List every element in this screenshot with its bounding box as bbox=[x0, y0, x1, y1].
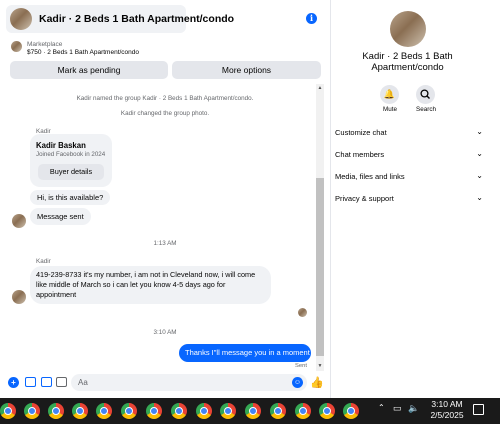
message-bubble[interactable]: 419-239-8733 it's my number, i am not in… bbox=[30, 266, 271, 304]
row-label: Chat members bbox=[335, 150, 385, 159]
buyer-name: Kadir Baskan bbox=[36, 141, 86, 150]
timestamp: 3:10 AM bbox=[153, 329, 177, 336]
sender-name: Kadir bbox=[36, 258, 51, 265]
chrome-icon[interactable] bbox=[196, 403, 212, 419]
sender-avatar[interactable] bbox=[12, 290, 26, 304]
notification-icon[interactable] bbox=[473, 404, 484, 415]
image-icon[interactable] bbox=[25, 377, 36, 387]
chrome-icon[interactable] bbox=[295, 403, 311, 419]
tray-chevron-up-icon[interactable]: ⌃ bbox=[378, 403, 385, 412]
buyer-joined: Joined Facebook in 2024 bbox=[36, 151, 106, 158]
info-icon[interactable]: i bbox=[306, 13, 317, 24]
row-label: Media, files and links bbox=[335, 172, 405, 181]
message-status: Sent bbox=[295, 363, 307, 369]
emoji-icon[interactable]: ☺ bbox=[292, 377, 303, 388]
sender-avatar[interactable] bbox=[12, 214, 26, 228]
thumbs-up-icon[interactable]: 👍 bbox=[310, 376, 324, 389]
message-bubble[interactable]: Message sent bbox=[30, 208, 91, 225]
privacy-support-row[interactable]: Privacy & support ⌄ bbox=[335, 193, 483, 208]
message-input[interactable]: Aa bbox=[71, 374, 307, 391]
scroll-up-arrow[interactable]: ▲ bbox=[316, 84, 324, 92]
chat-title: Kadir · 2 Beds 1 Bath Apartment/condo bbox=[39, 13, 235, 25]
chat-header: Kadir · 2 Beds 1 Bath Apartment/condo i bbox=[0, 0, 330, 38]
chrome-icon[interactable] bbox=[121, 403, 137, 419]
chat-members-row[interactable]: Chat members ⌄ bbox=[335, 149, 483, 164]
chrome-icon[interactable] bbox=[24, 403, 40, 419]
system-message-renamed: Kadir named the group Kadir · 2 Beds 1 B… bbox=[76, 95, 254, 102]
chrome-icon[interactable] bbox=[343, 403, 359, 419]
more-options-button[interactable]: More options bbox=[172, 61, 321, 79]
panel-title: Kadir · 2 Beds 1 Bath Apartment/condo bbox=[362, 51, 453, 73]
seen-avatar bbox=[298, 308, 307, 317]
plus-icon[interactable]: + bbox=[8, 377, 19, 388]
timestamp: 1:13 AM bbox=[153, 240, 177, 247]
chrome-icon[interactable] bbox=[72, 403, 88, 419]
system-message-photo: Kadir changed the group photo. bbox=[120, 110, 210, 117]
tray-date[interactable]: 2/5/2025 bbox=[426, 410, 468, 420]
mute-bell-icon[interactable]: 🔔 bbox=[380, 85, 399, 104]
group-avatar bbox=[10, 8, 32, 30]
customize-chat-row[interactable]: Customize chat ⌄ bbox=[335, 127, 483, 142]
media-files-links-row[interactable]: Media, files and links ⌄ bbox=[335, 171, 483, 186]
buyer-profile-card: Kadir Baskan Joined Facebook in 2024 Buy… bbox=[30, 134, 112, 187]
mute-label: Mute bbox=[383, 106, 397, 113]
chat-title-button[interactable]: Kadir · 2 Beds 1 Bath Apartment/condo bbox=[6, 5, 234, 33]
gif-icon[interactable] bbox=[56, 377, 67, 387]
chevron-down-icon: ⌄ bbox=[476, 127, 483, 136]
volume-icon[interactable]: 🔈 bbox=[408, 403, 419, 414]
search-icon[interactable] bbox=[416, 85, 435, 104]
search-label: Search bbox=[416, 106, 436, 113]
chrome-icon[interactable] bbox=[171, 403, 187, 419]
network-icon[interactable]: ▭ bbox=[393, 403, 402, 414]
chrome-icon[interactable] bbox=[220, 403, 236, 419]
sticker-icon[interactable] bbox=[41, 377, 52, 387]
buyer-details-button[interactable]: Buyer details bbox=[38, 164, 104, 180]
scroll-down-arrow[interactable]: ▼ bbox=[316, 362, 324, 370]
chrome-icon[interactable] bbox=[270, 403, 286, 419]
chrome-icon[interactable] bbox=[48, 403, 64, 419]
chevron-down-icon: ⌄ bbox=[476, 149, 483, 158]
listing-thumbnail[interactable] bbox=[11, 41, 22, 52]
message-bubble[interactable]: Hi, is this available? bbox=[30, 190, 111, 205]
panel-group-avatar[interactable] bbox=[390, 11, 426, 47]
row-label: Privacy & support bbox=[335, 194, 394, 203]
marketplace-label: Marketplace bbox=[27, 41, 63, 48]
scrollbar-thumb[interactable] bbox=[316, 178, 324, 356]
chrome-icon[interactable] bbox=[0, 403, 16, 419]
chrome-icon[interactable] bbox=[319, 403, 335, 419]
listing-title[interactable]: $750 · 2 Beds 1 Bath Apartment/condo bbox=[27, 49, 139, 56]
chrome-icon[interactable] bbox=[96, 403, 112, 419]
chevron-down-icon: ⌄ bbox=[476, 171, 483, 180]
tray-time[interactable]: 3:10 AM bbox=[429, 399, 465, 409]
chrome-icon[interactable] bbox=[245, 403, 261, 419]
mark-as-pending-button[interactable]: Mark as pending bbox=[10, 61, 168, 79]
outgoing-message-bubble[interactable]: Thanks I"ll message you in a moment bbox=[179, 344, 311, 362]
windows-taskbar: ⌃ ▭ 🔈 bbox=[0, 398, 500, 424]
chrome-icon[interactable] bbox=[146, 403, 162, 419]
chevron-down-icon: ⌄ bbox=[476, 193, 483, 202]
row-label: Customize chat bbox=[335, 128, 387, 137]
